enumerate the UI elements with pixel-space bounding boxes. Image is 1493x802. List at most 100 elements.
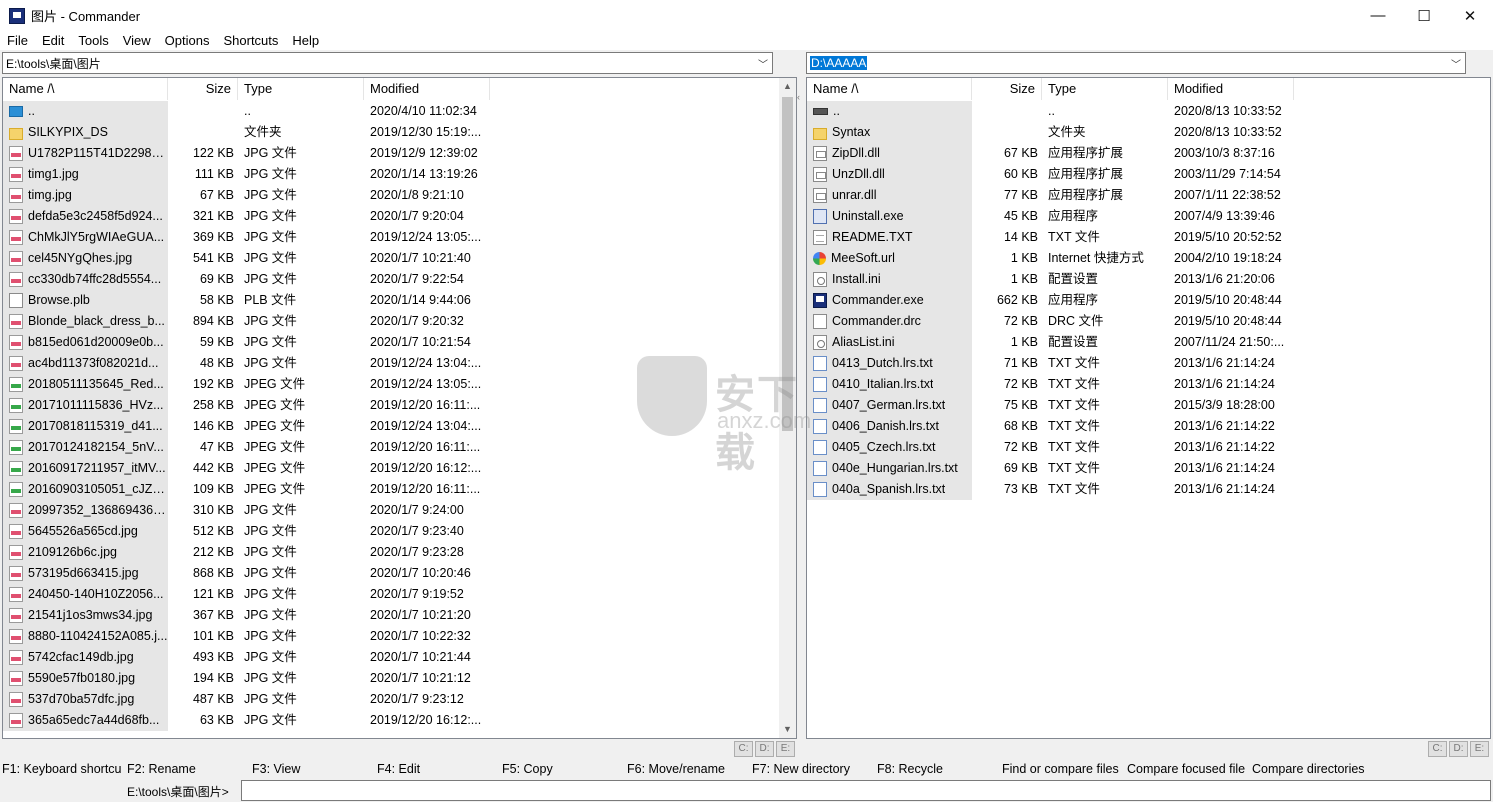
file-row[interactable]: 5645526a565cd.jpg 512 KB JPG 文件 2020/1/7 9:… — [3, 521, 490, 542]
maximize-button[interactable]: ☐ — [1401, 0, 1447, 31]
file-name-cell[interactable]: 2109126b6c.jpg — [3, 542, 168, 563]
file-name-cell[interactable]: timg1.jpg — [3, 164, 168, 185]
file-row[interactable]: 20180511135645_Red... 192 KB JPEG 文件 2019/1… — [3, 374, 490, 395]
file-row[interactable]: 040e_Hungarian.lrs.txt 69 KB TXT 文件 2013/1/… — [807, 458, 1294, 479]
file-name-cell[interactable]: 20180511135645_Red... — [3, 374, 168, 395]
file-name-cell[interactable]: timg.jpg — [3, 185, 168, 206]
file-name-cell[interactable]: Uninstall.exe — [807, 206, 972, 227]
file-row[interactable]: Commander.drc 72 KB DRC 文件 2019/5/10 20:48:… — [807, 311, 1294, 332]
f2-rename-button[interactable]: F2: Rename — [127, 762, 196, 776]
compare-directories-button[interactable]: Compare directories — [1252, 762, 1365, 776]
f6-move-button[interactable]: F6: Move/rename — [627, 762, 725, 776]
f7-new-directory-button[interactable]: F7: New directory — [752, 762, 850, 776]
right-path-text[interactable]: D:\AAAAA — [810, 56, 868, 70]
file-name-cell[interactable]: unrar.dll — [807, 185, 972, 206]
file-row[interactable]: Syntax 文件夹 2020/8/13 10:33:52 — [807, 122, 1294, 143]
file-row[interactable]: Browse.plb 58 KB PLB 文件 2020/1/14 9:44:06 — [3, 290, 490, 311]
f8-recycle-button[interactable]: F8: Recycle — [877, 762, 943, 776]
file-row[interactable]: 21541j1os3mws34.jpg 367 KB JPG 文件 2020/1/7 … — [3, 605, 490, 626]
file-row[interactable]: cc330db74ffc28d5554... 69 KB JPG 文件 2020/1/… — [3, 269, 490, 290]
menu-view[interactable]: View — [116, 33, 158, 48]
command-input[interactable] — [241, 780, 1491, 801]
chevron-down-icon[interactable]: ﹀ — [1447, 56, 1465, 71]
file-row[interactable]: Blonde_black_dress_b... 894 KB JPG 文件 2020/… — [3, 311, 490, 332]
file-row[interactable]: 365a65edc7a44d68fb... 63 KB JPG 文件 2019/12/… — [3, 710, 490, 731]
file-row[interactable]: 5742cfac149db.jpg 493 KB JPG 文件 2020/1/7 10… — [3, 647, 490, 668]
drive-c-button[interactable]: C: — [1428, 741, 1447, 757]
file-name-cell[interactable]: Commander.drc — [807, 311, 972, 332]
file-row[interactable]: 0406_Danish.lrs.txt 68 KB TXT 文件 2013/1/6 2… — [807, 416, 1294, 437]
minimize-button[interactable]: — — [1355, 0, 1401, 31]
panel-splitter-icon[interactable]: ‹ — [797, 92, 805, 102]
file-name-cell[interactable]: cc330db74ffc28d5554... — [3, 269, 168, 290]
file-row[interactable]: 0405_Czech.lrs.txt 72 KB TXT 文件 2013/1/6 21… — [807, 437, 1294, 458]
scroll-down-icon[interactable]: ▼ — [779, 721, 796, 738]
file-row[interactable]: AliasList.ini 1 KB 配置设置 2007/11/24 21:50:..… — [807, 332, 1294, 353]
file-name-cell[interactable]: .. — [807, 101, 972, 122]
header-modified[interactable]: Modified — [364, 78, 490, 100]
file-name-cell[interactable]: README.TXT — [807, 227, 972, 248]
f4-edit-button[interactable]: F4: Edit — [377, 762, 420, 776]
file-name-cell[interactable]: 537d70ba57dfc.jpg — [3, 689, 168, 710]
compare-focused-file-button[interactable]: Compare focused file — [1127, 762, 1245, 776]
file-row[interactable]: 20160903105051_cJZh... 109 KB JPEG 文件 2019/… — [3, 479, 490, 500]
file-row[interactable]: 5590e57fb0180.jpg 194 KB JPG 文件 2020/1/7 10… — [3, 668, 490, 689]
file-row[interactable]: defda5e3c2458f5d924... 321 KB JPG 文件 2020/1… — [3, 206, 490, 227]
header-name[interactable]: Name /\ — [807, 78, 972, 100]
header-type[interactable]: Type — [238, 78, 364, 100]
file-row[interactable]: 040a_Spanish.lrs.txt 73 KB TXT 文件 2013/1/6 … — [807, 479, 1294, 500]
file-name-cell[interactable]: 573195d663415.jpg — [3, 563, 168, 584]
file-row[interactable]: 0413_Dutch.lrs.txt 71 KB TXT 文件 2013/1/6 21… — [807, 353, 1294, 374]
header-size[interactable]: Size — [168, 78, 238, 100]
file-row[interactable]: Uninstall.exe 45 KB 应用程序 2007/4/9 13:39:46 — [807, 206, 1294, 227]
file-row[interactable]: ZipDll.dll 67 KB 应用程序扩展 2003/10/3 8:37:16 — [807, 143, 1294, 164]
f1-help-button[interactable]: F1: Keyboard shortcu — [2, 762, 122, 776]
file-row[interactable]: b815ed061d20009e0b... 59 KB JPG 文件 2020/1/7… — [3, 332, 490, 353]
scroll-up-icon[interactable]: ▲ — [779, 78, 796, 95]
file-row[interactable]: 20171011115836_HVz... 258 KB JPEG 文件 2019/1… — [3, 395, 490, 416]
file-row[interactable]: 2109126b6c.jpg 212 KB JPG 文件 2020/1/7 9:23:… — [3, 542, 490, 563]
file-name-cell[interactable]: SILKYPIX_DS — [3, 122, 168, 143]
file-name-cell[interactable]: 240450-140H10Z2056... — [3, 584, 168, 605]
right-file-panel[interactable]: Name /\ Size Type Modified .... 2020/8/13… — [806, 77, 1491, 739]
header-type[interactable]: Type — [1042, 78, 1168, 100]
file-row[interactable]: Commander.exe 662 KB 应用程序 2019/5/10 20:48:4… — [807, 290, 1294, 311]
file-name-cell[interactable]: defda5e3c2458f5d924... — [3, 206, 168, 227]
file-name-cell[interactable]: 20170818115319_d41... — [3, 416, 168, 437]
menu-tools[interactable]: Tools — [71, 33, 115, 48]
file-name-cell[interactable]: ac4bd11373f082021d... — [3, 353, 168, 374]
header-modified[interactable]: Modified — [1168, 78, 1294, 100]
file-name-cell[interactable]: 20997352_1368694364... — [3, 500, 168, 521]
header-name[interactable]: Name /\ — [3, 78, 168, 100]
file-row[interactable]: 20170124182154_5nV... 47 KB JPEG 文件 2019/12… — [3, 437, 490, 458]
file-name-cell[interactable]: 20171011115836_HVz... — [3, 395, 168, 416]
file-row[interactable]: cel45NYgQhes.jpg 541 KB JPG 文件 2020/1/7 10:… — [3, 248, 490, 269]
menu-options[interactable]: Options — [158, 33, 217, 48]
file-row[interactable]: Install.ini 1 KB 配置设置 2013/1/6 21:20:06 — [807, 269, 1294, 290]
menu-edit[interactable]: Edit — [35, 33, 71, 48]
file-name-cell[interactable]: Blonde_black_dress_b... — [3, 311, 168, 332]
file-row[interactable]: .... 2020/8/13 10:33:52 — [807, 101, 1294, 122]
file-row[interactable]: ChMkJlY5rgWIAeGUA... 369 KB JPG 文件 2019/12/… — [3, 227, 490, 248]
drive-d-button[interactable]: D: — [1449, 741, 1468, 757]
menu-help[interactable]: Help — [285, 33, 326, 48]
header-size[interactable]: Size — [972, 78, 1042, 100]
file-row[interactable]: README.TXT 14 KB TXT 文件 2019/5/10 20:52:52 — [807, 227, 1294, 248]
file-row[interactable]: ac4bd11373f082021d... 48 KB JPG 文件 2019/12/… — [3, 353, 490, 374]
file-name-cell[interactable]: 5590e57fb0180.jpg — [3, 668, 168, 689]
file-row[interactable]: timg1.jpg 111 KB JPG 文件 2020/1/14 13:19:26 — [3, 164, 490, 185]
file-name-cell[interactable]: cel45NYgQhes.jpg — [3, 248, 168, 269]
file-name-cell[interactable]: ZipDll.dll — [807, 143, 972, 164]
file-row[interactable]: 20170818115319_d41... 146 KB JPEG 文件 2019/1… — [3, 416, 490, 437]
file-row[interactable]: U1782P115T41D22987... 122 KB JPG 文件 2019/12… — [3, 143, 490, 164]
file-name-cell[interactable]: U1782P115T41D22987... — [3, 143, 168, 164]
file-row[interactable]: 20160917211957_itMV... 442 KB JPEG 文件 2019/… — [3, 458, 490, 479]
drive-e-button[interactable]: E: — [776, 741, 795, 757]
file-row[interactable]: 20997352_1368694364... 310 KB JPG 文件 2020/1… — [3, 500, 490, 521]
file-name-cell[interactable]: Browse.plb — [3, 290, 168, 311]
left-path-combo[interactable]: E:\tools\桌面\图片 ﹀ — [2, 52, 773, 74]
f3-view-button[interactable]: F3: View — [252, 762, 300, 776]
file-row[interactable]: UnzDll.dll 60 KB 应用程序扩展 2003/11/29 7:14:54 — [807, 164, 1294, 185]
file-name-cell[interactable]: 5742cfac149db.jpg — [3, 647, 168, 668]
file-row[interactable]: .... 2020/4/10 11:02:34 — [3, 101, 490, 122]
